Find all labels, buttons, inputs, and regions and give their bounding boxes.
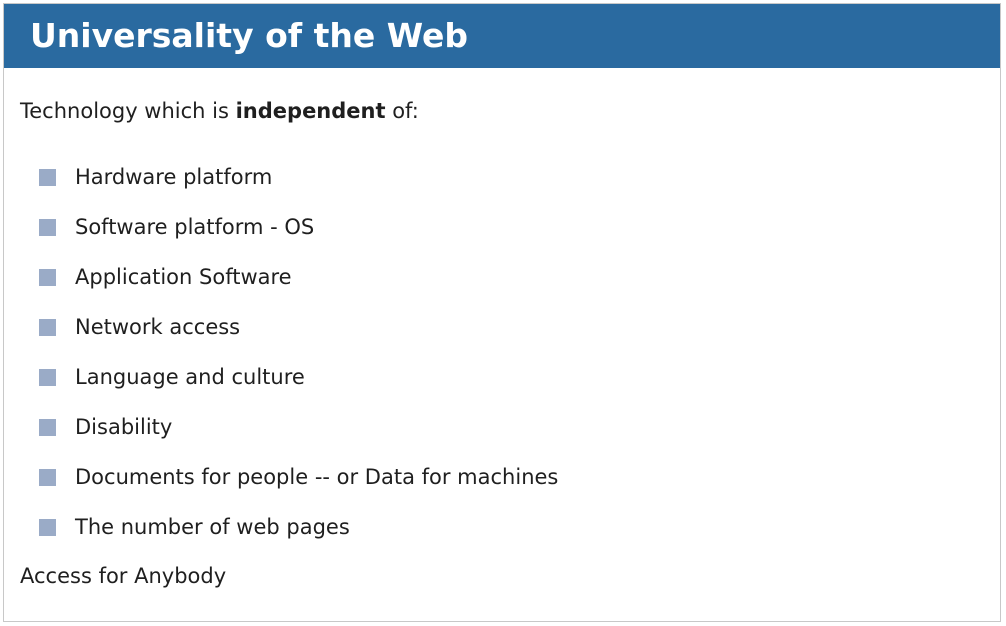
bullet-text: Disability xyxy=(75,415,173,439)
square-bullet-icon xyxy=(39,318,56,336)
square-bullet-icon xyxy=(39,518,56,536)
bullet-text: Application Software xyxy=(75,265,292,289)
intro-text-before: Technology which is xyxy=(20,99,236,123)
intro-text-after: of: xyxy=(385,99,419,123)
bullet-text: Language and culture xyxy=(75,365,305,389)
intro-emphasis: independent xyxy=(235,99,386,123)
list-item: Documents for people -- or Data for mach… xyxy=(39,452,558,502)
list-item: Software platform - OS xyxy=(39,202,558,252)
list-item: Language and culture xyxy=(39,352,558,402)
square-bullet-icon xyxy=(39,368,56,386)
list-item: Hardware platform xyxy=(39,152,558,202)
bullet-list: Hardware platform Software platform - OS… xyxy=(39,152,558,552)
square-bullet-icon xyxy=(39,168,56,186)
slide-title: Universality of the Web xyxy=(30,16,468,55)
list-item: The number of web pages xyxy=(39,502,558,552)
bullet-text: Network access xyxy=(75,315,241,339)
title-bar: Universality of the Web xyxy=(4,4,1000,68)
closing-line: Access for Anybody xyxy=(20,564,227,588)
intro-line: Technology which is independent of: xyxy=(20,96,419,126)
square-bullet-icon xyxy=(39,468,56,486)
bullet-text: Documents for people -- or Data for mach… xyxy=(75,465,559,489)
slide: Universality of the Web Technology which… xyxy=(3,3,1001,622)
list-item: Application Software xyxy=(39,252,558,302)
list-item: Network access xyxy=(39,302,558,352)
square-bullet-icon xyxy=(39,218,56,236)
list-item: Disability xyxy=(39,402,558,452)
square-bullet-icon xyxy=(39,418,56,436)
bullet-text: Software platform - OS xyxy=(75,215,315,239)
bullet-text: Hardware platform xyxy=(75,165,273,189)
square-bullet-icon xyxy=(39,268,56,286)
bullet-text: The number of web pages xyxy=(75,515,350,539)
